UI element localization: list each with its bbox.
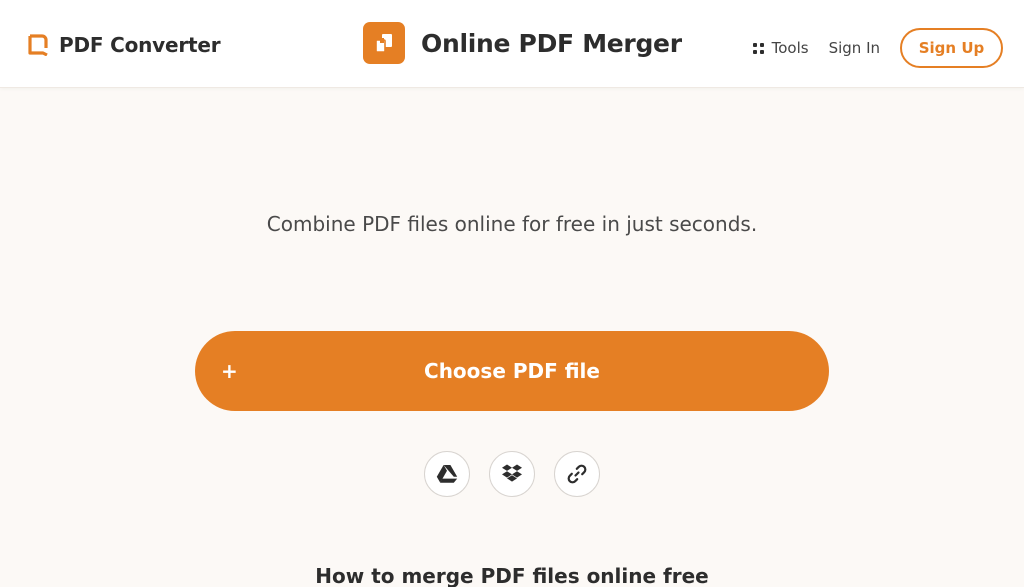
upload-source-options: [0, 451, 1024, 497]
dropbox-button[interactable]: [489, 451, 535, 497]
merge-documents-icon: [375, 34, 392, 53]
how-to-heading: How to merge PDF files online free: [315, 564, 709, 587]
top-nav: Tools Sign In Sign Up: [752, 28, 1003, 68]
link-icon: [567, 464, 587, 484]
google-drive-icon: [436, 465, 458, 483]
plus-icon: +: [221, 359, 238, 383]
page-subtitle: Combine PDF files online for free in jus…: [266, 212, 758, 236]
google-drive-button[interactable]: [424, 451, 470, 497]
choose-pdf-file-button[interactable]: + Choose PDF file: [195, 331, 829, 411]
grid-icon: [752, 42, 764, 54]
choose-pdf-file-label: Choose PDF file: [424, 359, 600, 383]
site-header: PDF Converter Online PDF Merger Tools Si…: [0, 0, 1024, 88]
merge-pdf-app-icon: [363, 22, 405, 64]
page-title: Online PDF Merger: [421, 28, 682, 58]
brand-logo-link[interactable]: PDF Converter: [27, 31, 221, 59]
sign-in-link[interactable]: Sign In: [829, 39, 880, 57]
url-link-button[interactable]: [554, 451, 600, 497]
dropbox-icon: [502, 464, 522, 482]
page-title-group: Online PDF Merger: [363, 21, 682, 65]
nav-tools-label: Tools: [771, 39, 809, 57]
sign-up-button[interactable]: Sign Up: [900, 28, 1003, 68]
nav-tools-menu[interactable]: Tools: [752, 39, 809, 57]
brand-name: PDF Converter: [59, 33, 221, 57]
pdf-converter-logo-icon: [28, 34, 48, 56]
